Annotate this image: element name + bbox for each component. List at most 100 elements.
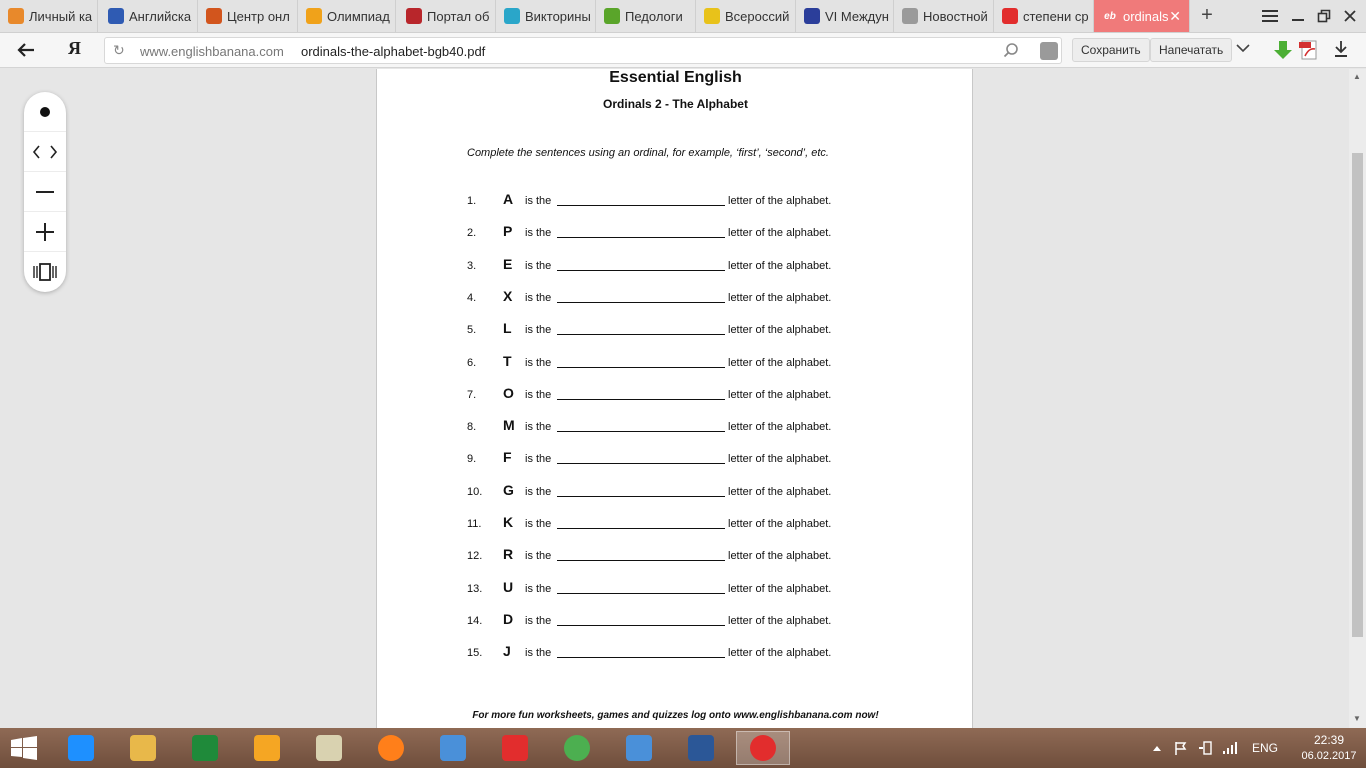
tab-9[interactable]: VI Междун [796, 0, 894, 32]
search-icon[interactable] [1003, 42, 1019, 63]
language-indicator[interactable]: ENG [1252, 728, 1278, 768]
pdf-icon[interactable] [1299, 40, 1319, 60]
download-arrow-icon[interactable] [1273, 40, 1293, 60]
answer-blank[interactable] [557, 431, 725, 433]
answer-blank[interactable] [557, 366, 725, 368]
question-tail: letter of the alphabet. [728, 518, 832, 530]
new-tab-button[interactable]: + [1196, 4, 1218, 26]
taskbar: ENG 22:39 06.02.2017 [0, 728, 1366, 768]
question-row: 14. Dis the letter of the alphabet. [467, 611, 887, 629]
question-number: 14. [467, 614, 483, 627]
leaf-icon [604, 8, 620, 24]
tab-4[interactable]: Олимпиад [298, 0, 396, 32]
question-row: 15. Jis the letter of the alphabet. [467, 643, 887, 661]
clock[interactable]: 22:39 06.02.2017 [1296, 733, 1362, 762]
tab-1[interactable]: Личный ка [0, 0, 98, 32]
question-connector: is the [525, 614, 552, 627]
document-subtitle: Ordinals 2 - The Alphabet [603, 97, 748, 111]
zoom-in-icon[interactable] [24, 212, 66, 252]
question-tail: letter of the alphabet. [728, 227, 832, 240]
restore-icon[interactable] [1310, 0, 1338, 32]
reload-icon[interactable]: ↻ [113, 42, 125, 59]
close-tab-icon[interactable]: ✕ [1169, 8, 1181, 25]
print-button[interactable]: Напечатать [1150, 38, 1233, 62]
prev-next-page-icon[interactable] [24, 132, 66, 172]
answer-blank[interactable] [557, 657, 725, 659]
question-letter: U [503, 578, 514, 595]
chevron-down-icon[interactable] [1235, 40, 1255, 60]
sound-icon[interactable] [426, 731, 480, 765]
tab-6[interactable]: Викторины [496, 0, 596, 32]
answer-blank[interactable] [557, 237, 725, 239]
battery-icon[interactable] [1198, 728, 1216, 768]
turbo-icon[interactable] [1040, 42, 1058, 60]
address-bar[interactable]: ↻ www.englishbanana.com ordinals-the-alp… [104, 37, 1062, 64]
fox-icon [206, 8, 222, 24]
firefox-icon[interactable] [364, 731, 418, 765]
page-mode-dot-icon[interactable] [24, 92, 66, 132]
answer-blank[interactable] [557, 528, 725, 529]
envelope-icon [8, 8, 24, 24]
yandex-logo[interactable]: Я [68, 38, 81, 59]
ie-icon[interactable] [54, 731, 108, 765]
answer-blank[interactable] [557, 624, 725, 626]
back-button[interactable] [14, 39, 38, 61]
tab-12[interactable]: eb ordinals ✕ [1094, 0, 1190, 32]
scroll-down-arrow-icon[interactable]: ▼ [1353, 714, 1361, 723]
file-explorer-icon[interactable] [116, 731, 170, 765]
question-letter: R [503, 546, 514, 563]
downloads-icon[interactable] [1333, 40, 1353, 60]
question-tail: letter of the alphabet. [728, 550, 832, 563]
answer-blank[interactable] [557, 592, 725, 594]
flag-tray-icon[interactable] [1174, 728, 1188, 768]
question-letter: X [503, 287, 513, 304]
minimize-icon[interactable] [1284, 0, 1312, 32]
answer-blank[interactable] [557, 301, 725, 303]
zoom-out-icon[interactable] [24, 172, 66, 212]
question-number: 4. [467, 291, 477, 304]
address-host: www.englishbanana.com [140, 44, 284, 59]
question-connector: is the [525, 518, 552, 530]
question-letter: E [503, 255, 513, 272]
vertical-scrollbar[interactable]: ▲ ▼ [1349, 69, 1366, 728]
tab-7[interactable]: Педологи [596, 0, 696, 32]
excel-icon[interactable] [178, 731, 232, 765]
question-number: 11. [467, 518, 482, 530]
answer-blank[interactable] [557, 334, 725, 336]
chrome-like-icon[interactable] [240, 731, 294, 765]
question-number: 8. [467, 421, 477, 434]
question-letter: O [503, 384, 514, 401]
tab-8[interactable]: Всероссий [696, 0, 796, 32]
answer-blank[interactable] [557, 560, 725, 562]
tray-chevron-icon[interactable] [1152, 728, 1162, 768]
fit-page-icon[interactable] [24, 252, 66, 292]
question-number: 7. [467, 388, 477, 401]
tab-11[interactable]: степени ср [994, 0, 1094, 32]
question-row: 8. Mis the letter of the alphabet. [467, 417, 887, 435]
scrollbar-thumb[interactable] [1352, 153, 1363, 637]
yandex-icon[interactable] [488, 731, 542, 765]
menu-icon[interactable] [1256, 0, 1284, 32]
chrome-icon[interactable] [550, 731, 604, 765]
signal-icon[interactable] [1222, 728, 1238, 768]
answer-blank[interactable] [557, 205, 725, 206]
yandex-browser-icon[interactable] [736, 731, 790, 765]
windows-start-icon[interactable] [10, 736, 38, 760]
notepad-icon[interactable] [302, 731, 356, 765]
mail-icon[interactable] [612, 731, 666, 765]
tab-3[interactable]: Центр онл [198, 0, 298, 32]
tab-5[interactable]: Портал об [398, 0, 496, 32]
tab-10[interactable]: Новостной [894, 0, 994, 32]
answer-blank[interactable] [557, 463, 725, 465]
answer-blank[interactable] [557, 495, 725, 497]
answer-blank[interactable] [557, 269, 725, 271]
tab-2[interactable]: Английска [100, 0, 198, 32]
word-icon[interactable] [674, 731, 728, 765]
answer-blank[interactable] [557, 398, 725, 400]
question-tail: letter of the alphabet. [728, 195, 832, 207]
question-row: 5. Lis the letter of the alphabet. [467, 320, 887, 338]
question-row: 13. Uis the letter of the alphabet. [467, 579, 887, 597]
scroll-up-arrow-icon[interactable]: ▲ [1353, 72, 1361, 81]
save-button[interactable]: Сохранить [1072, 38, 1150, 62]
close-window-icon[interactable] [1336, 0, 1364, 32]
